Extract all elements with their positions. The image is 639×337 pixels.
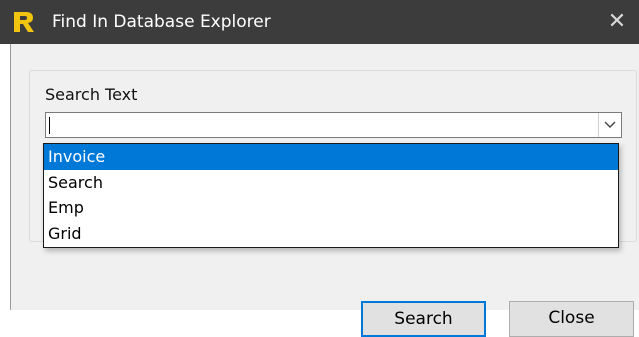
chevron-down-icon[interactable] <box>598 113 621 137</box>
dropdown-item-search[interactable]: Search <box>44 170 618 196</box>
text-caret <box>49 117 50 134</box>
window-title: Find In Database Explorer <box>52 12 271 32</box>
dropdown-item-grid[interactable]: Grid <box>44 221 618 247</box>
title-bar: Find In Database Explorer ✕ <box>0 0 639 44</box>
close-icon[interactable]: ✕ <box>595 0 639 44</box>
search-text-dropdown-list: Invoice Search Emp Grid <box>43 143 619 248</box>
dropdown-item-invoice[interactable]: Invoice <box>44 144 618 170</box>
close-button[interactable]: Close <box>509 301 634 337</box>
r-app-icon <box>12 10 36 34</box>
search-text-combobox[interactable] <box>45 112 622 138</box>
search-text-label: Search Text <box>45 85 138 104</box>
dropdown-item-emp[interactable]: Emp <box>44 195 618 221</box>
search-button[interactable]: Search <box>361 301 486 337</box>
